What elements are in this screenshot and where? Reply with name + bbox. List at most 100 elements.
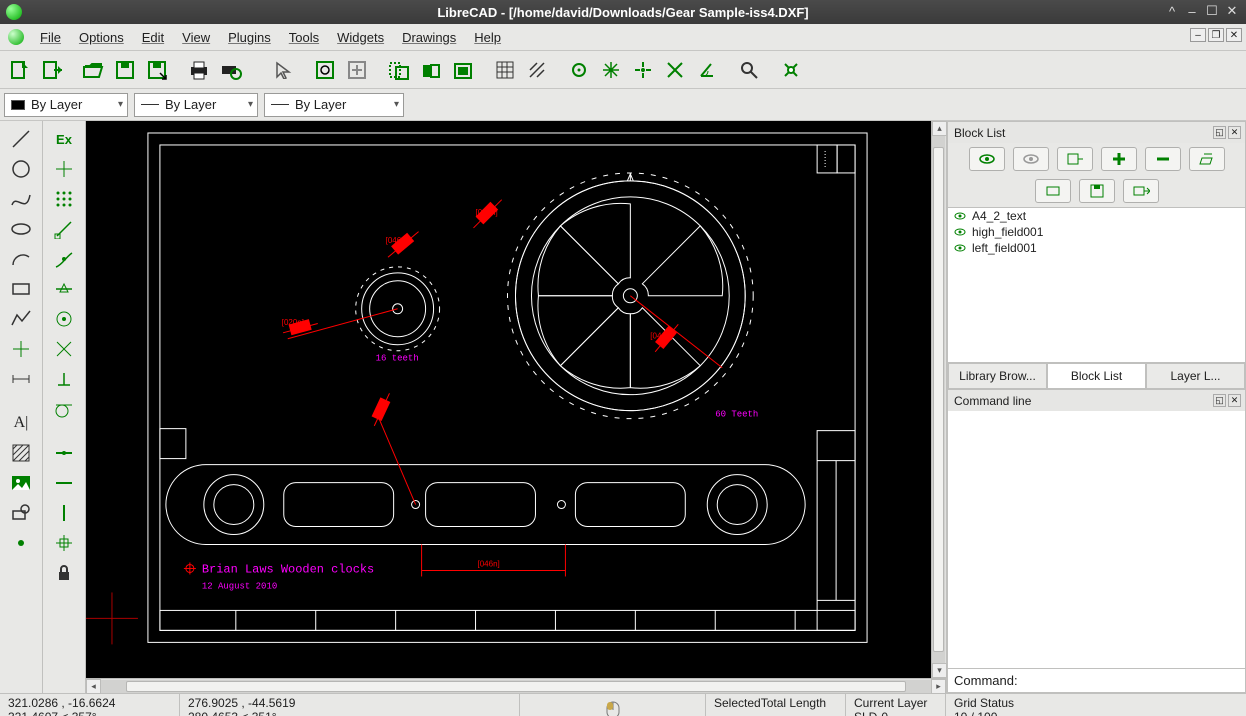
window-up-icon[interactable]: ^ — [1164, 3, 1180, 19]
scroll-down-icon[interactable]: ▾ — [932, 663, 947, 678]
open-button[interactable] — [78, 55, 108, 85]
command-input[interactable] — [1024, 674, 1239, 688]
polyline-tool[interactable] — [6, 305, 36, 333]
block-row[interactable]: high_field001 — [948, 224, 1245, 240]
lock-zero-tool[interactable] — [49, 559, 79, 587]
text-tool[interactable]: A| — [6, 409, 36, 437]
restrict-v-button[interactable] — [49, 499, 79, 527]
panel-close-icon[interactable]: ✕ — [1228, 126, 1241, 139]
block-row[interactable]: A4_2_text — [948, 208, 1245, 224]
block-show-all-button[interactable] — [969, 147, 1005, 171]
tab-layer-list[interactable]: Layer L... — [1146, 363, 1245, 388]
window-minimize-icon[interactable]: – — [1184, 3, 1200, 19]
menu-file[interactable]: File — [32, 27, 69, 48]
cursor-button[interactable] — [268, 55, 298, 85]
snap-int-button[interactable] — [49, 335, 79, 363]
grid-button[interactable] — [490, 55, 520, 85]
app-menu-icon[interactable] — [8, 29, 24, 45]
snap-free-button[interactable] — [49, 155, 79, 183]
block-insert-button[interactable] — [1123, 179, 1159, 203]
command-history[interactable] — [948, 411, 1245, 668]
snap-mid-button[interactable] — [49, 275, 79, 303]
menu-drawings[interactable]: Drawings — [394, 27, 464, 48]
draft-mode-button[interactable] — [522, 55, 552, 85]
scroll-left-icon[interactable]: ◂ — [86, 679, 101, 694]
snap-angle-button[interactable] — [692, 55, 722, 85]
zoom-selected-button[interactable] — [448, 55, 478, 85]
snap-ex-button[interactable]: Ex — [49, 125, 79, 153]
mdi-minimize-icon[interactable]: – — [1190, 28, 1206, 42]
snap-center-tool[interactable] — [49, 305, 79, 333]
block-add-button[interactable] — [1101, 147, 1137, 171]
lineweight-combo[interactable]: By Layer ▾ — [134, 93, 258, 117]
drawing-canvas[interactable]: 16 teeth 60 Teeth Brian Laws Wooden cloc… — [86, 121, 931, 678]
rect-tool[interactable] — [6, 275, 36, 303]
panel-float-icon[interactable]: ◱ — [1213, 126, 1226, 139]
circle-tool[interactable] — [6, 155, 36, 183]
menu-plugins[interactable]: Plugins — [220, 27, 279, 48]
linetype-combo[interactable]: By Layer ▾ — [264, 93, 404, 117]
line-tool[interactable] — [6, 125, 36, 153]
zoom-window-button[interactable] — [310, 55, 340, 85]
relative-zero-button[interactable] — [776, 55, 806, 85]
zoom-prev-button[interactable] — [384, 55, 414, 85]
menu-view[interactable]: View — [174, 27, 218, 48]
new-from-template-button[interactable] — [36, 55, 66, 85]
menu-widgets[interactable]: Widgets — [329, 27, 392, 48]
print-preview-button[interactable] — [216, 55, 246, 85]
tab-block-list[interactable]: Block List — [1047, 363, 1146, 388]
tab-library[interactable]: Library Brow... — [948, 363, 1047, 388]
snap-tan-button[interactable] — [49, 395, 79, 423]
block-remove-button[interactable] — [1145, 147, 1181, 171]
snap-free-button[interactable] — [564, 55, 594, 85]
point-tool[interactable] — [6, 335, 36, 363]
zoom-extents-button[interactable] — [416, 55, 446, 85]
more-tool[interactable] — [6, 529, 36, 557]
menu-help[interactable]: Help — [466, 27, 509, 48]
snap-intersect-button[interactable] — [660, 55, 690, 85]
hatch-tool[interactable] — [6, 439, 36, 467]
panel-float-icon[interactable]: ◱ — [1213, 394, 1226, 407]
ellipse-tool[interactable] — [6, 215, 36, 243]
color-combo[interactable]: By Layer ▾ — [4, 93, 128, 117]
snap-end-button[interactable] — [49, 215, 79, 243]
vertical-scrollbar[interactable]: ▴ ▾ — [931, 121, 946, 678]
block-create-button[interactable] — [1057, 147, 1093, 171]
snap-perp-button[interactable] — [49, 365, 79, 393]
snap-grid-button[interactable] — [49, 185, 79, 213]
horizontal-scrollbar[interactable]: ◂ ▸ — [86, 678, 946, 693]
scroll-up-icon[interactable]: ▴ — [932, 121, 947, 136]
block-edit-button[interactable] — [1035, 179, 1071, 203]
mdi-close-icon[interactable]: ✕ — [1226, 28, 1242, 42]
window-maximize-icon[interactable]: ☐ — [1204, 3, 1220, 19]
save-button[interactable] — [110, 55, 140, 85]
block-row[interactable]: left_field001 — [948, 240, 1245, 256]
block-hide-all-button[interactable] — [1013, 147, 1049, 171]
dimension-tool[interactable] — [6, 365, 36, 393]
snap-center-button[interactable] — [628, 55, 658, 85]
image-tool[interactable] — [6, 469, 36, 497]
restrict-none-button[interactable] — [49, 439, 79, 467]
block-save-button[interactable] — [1079, 179, 1115, 203]
block-list[interactable]: A4_2_text high_field001 left_field001 — [948, 207, 1245, 362]
window-close-icon[interactable]: ✕ — [1224, 3, 1240, 19]
snap-on-button[interactable] — [49, 245, 79, 273]
scroll-right-icon[interactable]: ▸ — [931, 679, 946, 694]
zoom-pan-button[interactable] — [342, 55, 372, 85]
arc-tool[interactable] — [6, 245, 36, 273]
mdi-restore-icon[interactable]: ❐ — [1208, 28, 1224, 42]
restrict-h-button[interactable] — [49, 469, 79, 497]
snap-endpoint-button[interactable] — [596, 55, 626, 85]
block-tool[interactable] — [6, 499, 36, 527]
print-button[interactable] — [184, 55, 214, 85]
menu-edit[interactable]: Edit — [134, 27, 172, 48]
new-button[interactable] — [4, 55, 34, 85]
snap-dist-button[interactable] — [734, 55, 764, 85]
menu-tools[interactable]: Tools — [281, 27, 327, 48]
spline-tool[interactable] — [6, 185, 36, 213]
relative-zero-tool[interactable] — [49, 529, 79, 557]
block-rename-button[interactable] — [1189, 147, 1225, 171]
panel-close-icon[interactable]: ✕ — [1228, 394, 1241, 407]
save-as-button[interactable] — [142, 55, 172, 85]
menu-options[interactable]: Options — [71, 27, 132, 48]
